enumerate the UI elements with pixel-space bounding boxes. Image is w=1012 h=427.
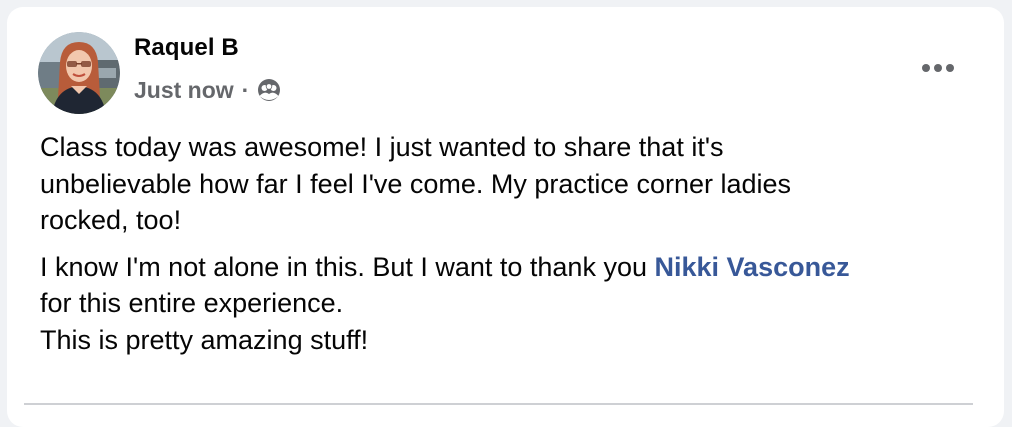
- friends-audience-icon[interactable]: [257, 78, 281, 102]
- paragraph-2-text-after: for this entire experience. This is pret…: [40, 288, 369, 355]
- mention-link[interactable]: Nikki Vasconez: [655, 252, 850, 282]
- post-meta: Just now ·: [134, 75, 281, 105]
- post-message: Class today was awesome! I just wanted t…: [40, 129, 970, 358]
- avatar[interactable]: [38, 32, 120, 114]
- author-name[interactable]: Raquel B: [134, 34, 239, 62]
- post-timestamp[interactable]: Just now: [134, 77, 234, 104]
- post-paragraph-2: I know I'm not alone in this. But I want…: [40, 249, 970, 359]
- post-paragraph-1: Class today was awesome! I just wanted t…: [40, 132, 792, 235]
- divider: [24, 403, 973, 405]
- meta-separator: ·: [241, 76, 250, 103]
- paragraph-2-text-before: I know I'm not alone in this. But I want…: [40, 251, 655, 282]
- avatar-photo: [38, 32, 120, 114]
- more-horizontal-icon[interactable]: [915, 52, 961, 84]
- post-card: Raquel B Just now · Class today was awes…: [7, 7, 1004, 427]
